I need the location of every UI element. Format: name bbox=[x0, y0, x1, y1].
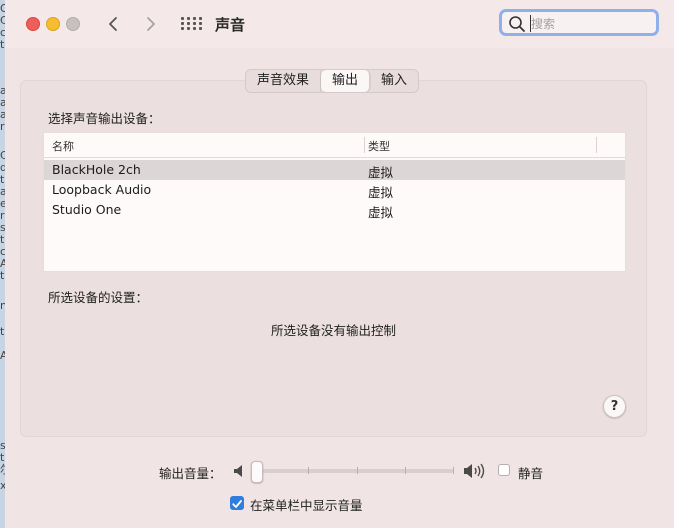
show-volume-in-menubar-label: 在菜单栏中显示音量 bbox=[250, 498, 363, 513]
search-field[interactable] bbox=[499, 9, 659, 36]
close-window-button[interactable] bbox=[26, 17, 40, 31]
select-device-label: 选择声音输出设备： bbox=[48, 111, 161, 126]
selected-device-settings-label: 所选设备的设置： bbox=[48, 290, 149, 305]
volume-slider-knob[interactable] bbox=[251, 461, 263, 483]
column-header-type[interactable]: 类型 bbox=[368, 138, 390, 154]
checkmark-icon bbox=[232, 500, 242, 508]
tab-bar: 声音效果 输出 输入 bbox=[245, 69, 420, 93]
slider-tick bbox=[405, 467, 406, 474]
speaker-low-icon bbox=[234, 465, 242, 477]
slider-tick bbox=[357, 467, 358, 474]
column-header-name[interactable]: 名称 bbox=[52, 138, 74, 154]
table-header: 名称 类型 bbox=[44, 133, 625, 158]
slider-tick bbox=[453, 467, 454, 474]
device-name: BlackHole 2ch bbox=[52, 162, 141, 177]
mute-label: 静音 bbox=[518, 466, 544, 481]
output-device-table[interactable]: 名称 类型 BlackHole 2ch 虚拟 Loopback Audio 虚拟… bbox=[43, 132, 626, 272]
window-toolbar: 声音 bbox=[5, 0, 674, 48]
zoom-window-button[interactable] bbox=[66, 17, 80, 31]
speaker-high-icon bbox=[464, 463, 485, 479]
table-row[interactable]: Loopback Audio 虚拟 bbox=[44, 180, 625, 200]
tab-output[interactable]: 输出 bbox=[321, 70, 371, 92]
back-button[interactable] bbox=[103, 12, 125, 36]
edge-glyph: t bbox=[0, 269, 5, 282]
tab-sound-effects[interactable]: 声音效果 bbox=[246, 70, 322, 92]
minimize-window-button[interactable] bbox=[46, 17, 60, 31]
edge-glyph: t bbox=[0, 325, 5, 338]
column-divider bbox=[596, 137, 597, 153]
edge-glyph: t bbox=[0, 38, 5, 51]
no-output-controls-message: 所选设备没有输出控制 bbox=[270, 323, 396, 338]
chevron-left-icon bbox=[109, 17, 117, 31]
table-row[interactable]: Studio One 虚拟 bbox=[44, 200, 625, 220]
device-type: 虚拟 bbox=[368, 165, 394, 180]
column-divider bbox=[364, 137, 365, 153]
window-title: 声音 bbox=[215, 16, 246, 34]
search-input[interactable] bbox=[530, 15, 651, 32]
slider-tick bbox=[308, 467, 309, 474]
device-name: Loopback Audio bbox=[52, 182, 152, 197]
tab-input[interactable]: 输入 bbox=[370, 70, 418, 92]
volume-slider-track[interactable] bbox=[257, 469, 453, 473]
edge-glyph: r bbox=[0, 120, 5, 133]
output-volume-label: 输出音量： bbox=[159, 466, 222, 481]
table-row[interactable]: BlackHole 2ch 虚拟 bbox=[44, 160, 625, 180]
device-name: Studio One bbox=[52, 202, 122, 217]
device-type: 虚拟 bbox=[368, 185, 394, 200]
help-button[interactable]: ? bbox=[603, 395, 626, 418]
show-all-grid-icon[interactable] bbox=[181, 17, 202, 31]
magnifier-icon bbox=[509, 16, 525, 32]
chevron-right-icon bbox=[147, 17, 155, 31]
forward-button[interactable] bbox=[139, 12, 161, 36]
mute-checkbox[interactable] bbox=[498, 464, 510, 476]
show-volume-in-menubar-checkbox[interactable] bbox=[230, 496, 244, 510]
device-type: 虚拟 bbox=[368, 205, 394, 220]
